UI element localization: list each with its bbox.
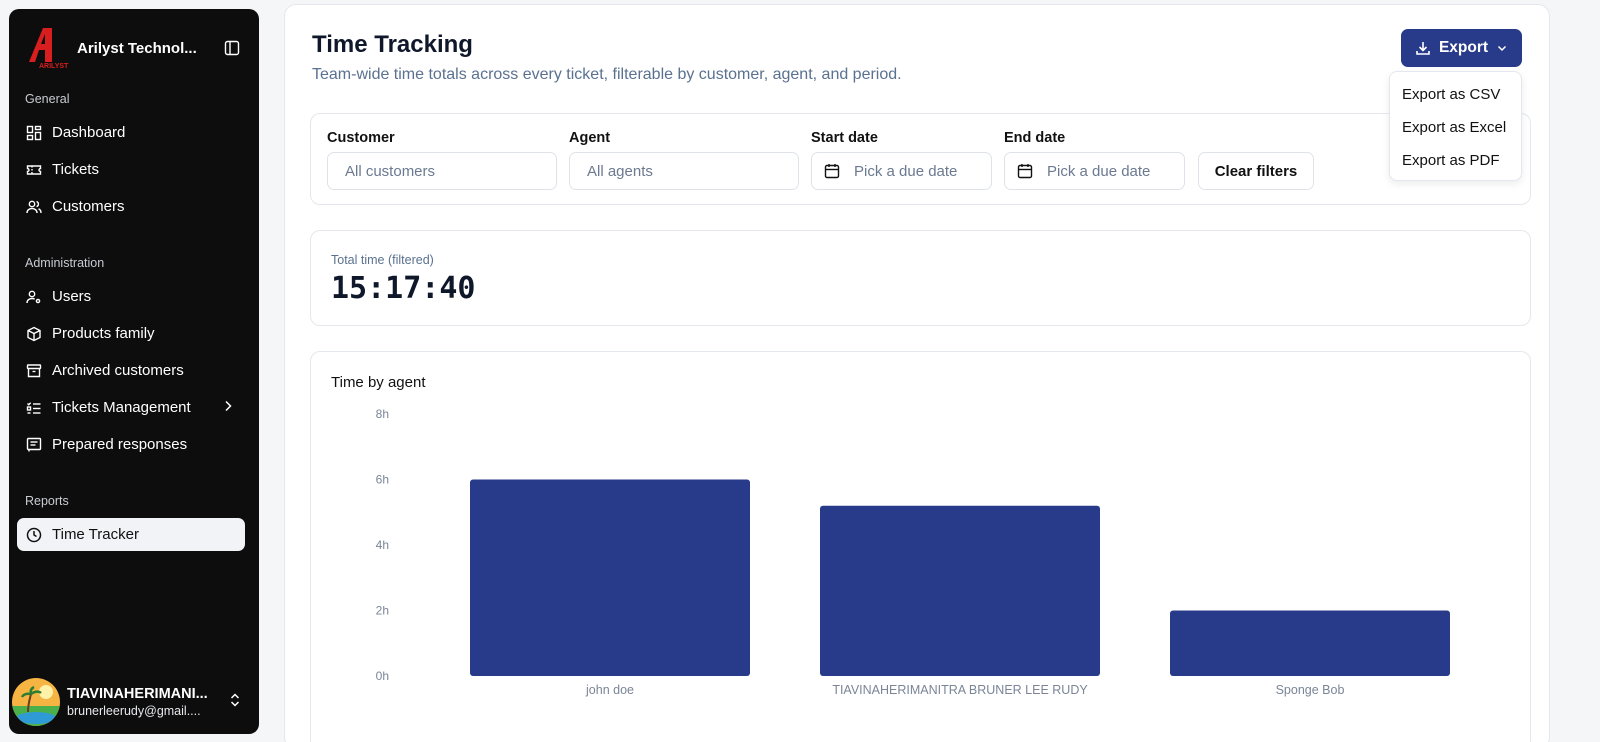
user-email: brunerleerudy@gmail.... [67, 704, 201, 718]
x-tick-label: TIAVINAHERIMANITRA BRUNER LEE RUDY [832, 683, 1088, 697]
message-square-icon [25, 436, 43, 454]
customer-filter-label: Customer [327, 130, 395, 146]
user-menu[interactable]: TIAVINAHERIMANI... brunerleerudy@gmail..… [12, 676, 252, 728]
sidebar-item-products-family[interactable]: Products family [17, 317, 245, 350]
user-name: TIAVINAHERIMANI... [67, 686, 208, 702]
y-tick-label: 2h [376, 604, 389, 618]
time-by-agent-chart: 0h 2h 4h 6h 8h john doe TIAVINAHERIMANITRA BRU… [376, 407, 1450, 697]
chevron-down-icon [1498, 45, 1507, 52]
sidebar-item-users[interactable]: Users [17, 280, 245, 313]
agent-select[interactable]: All agents [569, 152, 799, 190]
customer-select-placeholder: All customers [345, 162, 436, 180]
export-button-label: Export [1438, 39, 1489, 56]
filters-panel: Customer All customers Agent All agents … [310, 113, 1531, 205]
page-subtitle: Team-wide time totals across every ticke… [312, 66, 902, 83]
y-tick-label: 0h [376, 669, 389, 683]
ticket-icon [25, 161, 43, 179]
agent-filter-label: Agent [569, 130, 611, 146]
archive-icon [25, 362, 43, 380]
package-icon [25, 325, 43, 343]
total-time-label: Total time (filtered) [331, 253, 434, 267]
sidebar-item-tickets[interactable]: Tickets [17, 153, 245, 186]
sidebar-item-customers[interactable]: Customers [17, 190, 245, 223]
export-excel-menu-item[interactable]: Export as Excel [1390, 111, 1521, 144]
export-button[interactable]: Export [1401, 29, 1522, 67]
page-title: Time Tracking [312, 31, 473, 58]
end-date-label: End date [1004, 130, 1066, 146]
start-date-label: Start date [811, 130, 878, 146]
sidebar-item-time-tracker[interactable]: Time Tracker [17, 518, 245, 551]
x-tick-label: john doe [585, 683, 634, 697]
start-date-placeholder: Pick a due date [854, 162, 958, 180]
calendar-icon [824, 163, 840, 179]
sidebar: ARILYST Arilyst Technol... General Dashb… [9, 9, 259, 734]
total-time-value: 15:17:40 [331, 271, 476, 306]
chart-bar[interactable] [470, 479, 750, 677]
brand[interactable]: ARILYST Arilyst Technol... [25, 23, 245, 73]
user-gear-icon [25, 288, 43, 306]
time-by-agent-chart-card: Time by agent 0h 2h 4h 6h 8h john doe TIAVINAH… [310, 351, 1531, 742]
sidebar-item-prepared-responses[interactable]: Prepared responses [17, 428, 245, 461]
sidebar-item-label: Products family [52, 325, 155, 342]
svg-text:ARILYST: ARILYST [39, 63, 69, 70]
sidebar-item-archived-customers[interactable]: Archived customers [17, 354, 245, 387]
panel-left-icon [224, 40, 240, 56]
section-label-administration: Administration [25, 256, 105, 270]
sidebar-item-label: Tickets [52, 161, 99, 178]
page-scrollbar[interactable] [1588, 0, 1600, 742]
y-tick-label: 4h [376, 538, 389, 552]
sidebar-toggle-button[interactable] [219, 35, 245, 61]
dashboard-icon [25, 124, 43, 142]
sidebar-item-label: Users [52, 288, 92, 305]
sidebar-item-label: Prepared responses [52, 436, 188, 453]
download-icon [1416, 42, 1430, 55]
x-tick-label: Sponge Bob [1276, 683, 1345, 697]
end-date-placeholder: Pick a due date [1047, 162, 1151, 180]
clock-icon [25, 526, 43, 544]
customers-icon [25, 198, 43, 216]
export-menu: Export as CSV Export as Excel Export as … [1389, 71, 1522, 181]
avatar [12, 678, 60, 726]
total-time-card: Total time (filtered) 15:17:40 [310, 230, 1531, 326]
chevrons-up-down-icon [228, 692, 242, 713]
export-pdf-menu-item[interactable]: Export as PDF [1390, 144, 1521, 177]
brand-logo: ARILYST [25, 26, 69, 70]
section-label-general: General [25, 92, 70, 106]
export-csv-menu-item[interactable]: Export as CSV [1390, 78, 1521, 111]
section-label-reports: Reports [25, 494, 69, 508]
sidebar-item-label: Archived customers [52, 362, 184, 379]
clear-filters-button[interactable]: Clear filters [1198, 152, 1314, 190]
chart-bar[interactable] [820, 505, 1100, 676]
calendar-icon [1017, 163, 1033, 179]
start-date-picker[interactable]: Pick a due date [811, 152, 992, 190]
chevron-right-icon [221, 399, 235, 417]
chart-bar[interactable] [1170, 610, 1450, 677]
brand-name: Arilyst Technol... [77, 39, 197, 57]
list-check-icon [25, 399, 43, 417]
end-date-picker[interactable]: Pick a due date [1004, 152, 1185, 190]
sidebar-item-dashboard[interactable]: Dashboard [17, 116, 245, 149]
sidebar-item-label: Tickets Management [52, 399, 191, 416]
customer-select[interactable]: All customers [327, 152, 557, 190]
y-tick-label: 6h [376, 473, 389, 487]
sidebar-item-tickets-management[interactable]: Tickets Management [17, 391, 245, 424]
sidebar-item-label: Time Tracker [52, 526, 139, 543]
sidebar-item-label: Customers [52, 198, 125, 215]
y-tick-label: 8h [376, 407, 389, 421]
main-panel: Time Tracking Team-wide time totals acro… [284, 4, 1550, 742]
sidebar-item-label: Dashboard [52, 124, 126, 141]
agent-select-placeholder: All agents [587, 162, 653, 180]
